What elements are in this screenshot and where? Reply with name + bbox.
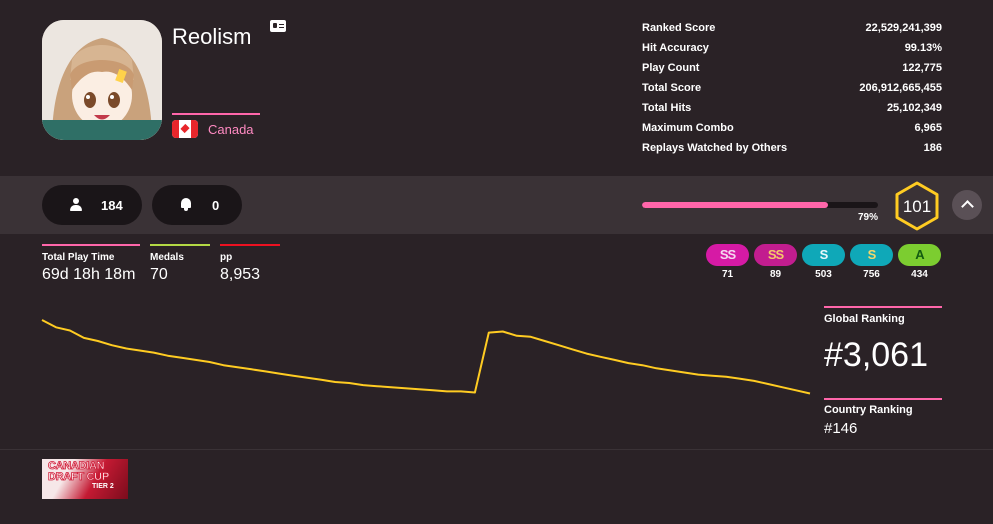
grade-ss-silver: SS 71 xyxy=(706,244,749,280)
grade-count: 434 xyxy=(911,269,928,280)
grade-s-silver: S 503 xyxy=(802,244,845,280)
play-time-accent xyxy=(42,244,140,246)
country-ranking-value: #146 xyxy=(824,420,858,437)
stat-row: Maximum Combo 6,965 xyxy=(642,120,942,140)
grade-badge: S xyxy=(850,244,893,266)
country-link[interactable]: Canada xyxy=(208,122,254,137)
collapse-chevron-up-icon[interactable] xyxy=(952,190,982,220)
grade-s: S 756 xyxy=(850,244,893,280)
stat-value: 22,529,241,399 xyxy=(865,22,942,34)
country-ranking-accent xyxy=(824,398,942,400)
global-ranking-value: #3,061 xyxy=(824,336,928,374)
country-ranking-label: Country Ranking xyxy=(824,404,913,416)
profile-card-icon[interactable] xyxy=(270,20,286,32)
bell-icon xyxy=(180,198,192,211)
stat-row: Replays Watched by Others 186 xyxy=(642,140,942,160)
stats-list: Ranked Score 22,529,241,399 Hit Accuracy 9… xyxy=(642,20,942,160)
stat-label: Total Hits xyxy=(642,102,692,114)
stat-value: 122,775 xyxy=(902,62,942,74)
stat-label: Hit Accuracy xyxy=(642,42,709,54)
avatar-image xyxy=(42,20,162,140)
play-time-label: Total Play Time xyxy=(42,252,115,263)
stat-label: Replays Watched by Others xyxy=(642,142,788,154)
global-ranking-accent xyxy=(824,306,942,308)
pp-value: 8,953 xyxy=(220,266,261,283)
grade-a: A 434 xyxy=(898,244,941,280)
followers-count: 184 xyxy=(101,198,123,213)
mapping-subscribers-count: 0 xyxy=(212,198,220,213)
stat-value: 186 xyxy=(923,142,942,154)
stat-label: Total Score xyxy=(642,82,702,94)
user-icon xyxy=(70,198,82,211)
medals-label: Medals xyxy=(150,252,184,263)
stat-row: Ranked Score 22,529,241,399 xyxy=(642,20,942,40)
grade-ss: SS 89 xyxy=(754,244,797,280)
play-time-value: 69d 18h 18m xyxy=(42,266,136,283)
tournament-badge-line2: DRAFT CUP xyxy=(48,471,110,484)
rank-history-line xyxy=(41,319,811,395)
stat-value: 206,912,665,455 xyxy=(859,82,942,94)
stat-row: Play Count 122,775 xyxy=(642,60,942,80)
medals-accent xyxy=(150,244,210,246)
grade-badge: SS xyxy=(754,244,797,266)
profile-header: Reolism Canada Ranked Score 22,529,241,39… xyxy=(0,0,993,176)
stat-label: Play Count xyxy=(642,62,700,74)
level-progress-bar xyxy=(642,202,878,208)
grade-counts: SS 71 SS 89 S 503 S 756 A 434 xyxy=(706,244,941,280)
medals-block[interactable]: Medals 70 xyxy=(150,244,210,284)
tournament-badge-line3: TIER 2 xyxy=(92,483,114,490)
grade-badge: A xyxy=(898,244,941,266)
stat-value: 99.13% xyxy=(904,42,942,54)
stat-row: Total Hits 25,102,349 xyxy=(642,100,942,120)
followers-button[interactable]: 184 xyxy=(42,185,142,225)
level-progress-label: 79% xyxy=(857,212,878,223)
tournament-badge[interactable]: CANADIAN DRAFT CUP TIER 2 xyxy=(42,459,128,499)
grade-badge: SS xyxy=(706,244,749,266)
pp-accent xyxy=(220,244,280,246)
stat-value: 25,102,349 xyxy=(886,102,942,114)
global-ranking-label: Global Ranking xyxy=(824,313,905,325)
pp-label: pp xyxy=(220,252,233,263)
level-progress-fill xyxy=(642,202,829,208)
avatar[interactable] xyxy=(42,20,162,140)
pp-block: pp 8,953 xyxy=(220,244,280,284)
rank-history-chart[interactable] xyxy=(0,300,820,440)
username: Reolism xyxy=(172,24,252,49)
canada-flag-icon xyxy=(172,120,198,138)
grade-count: 503 xyxy=(815,269,832,280)
stat-label: Maximum Combo xyxy=(642,122,734,134)
stat-row: Total Score 206,912,665,455 xyxy=(642,80,942,100)
level-value: 101 xyxy=(902,197,932,216)
grade-count: 71 xyxy=(721,269,734,280)
medals-value: 70 xyxy=(150,266,168,283)
grade-count: 756 xyxy=(863,269,880,280)
grade-count: 89 xyxy=(769,269,782,280)
stat-row: Hit Accuracy 99.13% xyxy=(642,40,942,60)
username-underline xyxy=(172,113,260,115)
stat-label: Ranked Score xyxy=(642,22,716,34)
grade-badge: S xyxy=(802,244,845,266)
play-time-block: Total Play Time 69d 18h 18m xyxy=(42,244,140,284)
mapping-subscribers-button[interactable]: 0 xyxy=(152,185,242,225)
section-divider xyxy=(0,449,993,450)
stat-value: 6,965 xyxy=(914,122,942,134)
